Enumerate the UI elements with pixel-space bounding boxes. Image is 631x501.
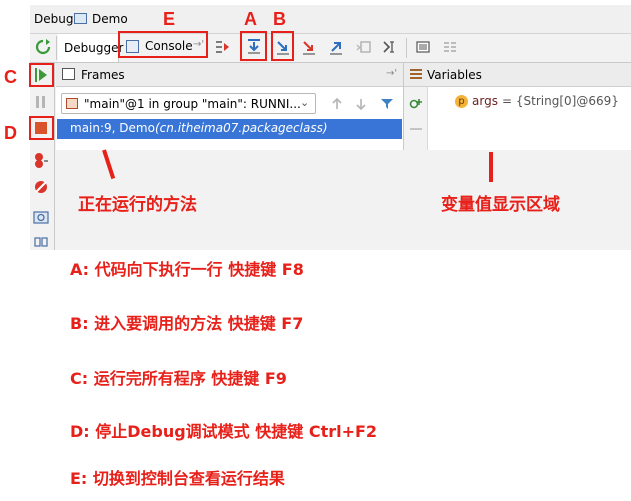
filter-icon[interactable] — [378, 95, 396, 113]
frames-title: Frames — [81, 68, 125, 82]
tab-debugger-label: Debugger — [64, 41, 124, 55]
trace-stream-icon[interactable] — [441, 38, 459, 56]
note-B: B: 进入要调用的方法 快捷键 F7 — [70, 314, 304, 333]
pause-program-icon[interactable] — [31, 92, 51, 112]
running-method-caption: 正在运行的方法 — [78, 195, 197, 215]
param-badge-icon: p — [455, 95, 468, 108]
frames-header: Frames →' — [56, 63, 403, 87]
marker-box-B — [271, 31, 294, 61]
frame-down-icon[interactable] — [352, 95, 370, 113]
note-A: A: 代码向下执行一行 快捷键 F8 — [70, 260, 304, 279]
chevron-down-icon: ⌄ — [300, 96, 310, 109]
debug-tab-label[interactable]: Debug — [34, 12, 73, 26]
rerun-icon[interactable] — [34, 38, 52, 56]
get-thread-dump-icon[interactable] — [31, 207, 51, 227]
hide-panel-icon[interactable]: →' — [386, 68, 397, 79]
mute-breakpoints-icon[interactable] — [31, 177, 51, 197]
marker-label-A: A — [244, 9, 257, 29]
variable-area-caption: 变量值显示区域 — [441, 195, 560, 215]
variables-icon — [410, 69, 422, 79]
note-C: C: 运行完所有程序 快捷键 F9 — [70, 369, 287, 388]
toolbar-separator — [56, 36, 57, 60]
show-execution-point-icon[interactable] — [214, 38, 232, 56]
restore-layout-icon[interactable] — [31, 236, 51, 248]
thread-selector-value: "main"@1 in group "main": RUNNI... — [84, 97, 301, 111]
run-to-cursor-icon[interactable] — [381, 38, 399, 56]
variable-name: args — [472, 94, 498, 108]
step-out-icon[interactable] — [327, 38, 345, 56]
toolbar-separator — [406, 38, 407, 58]
remove-watch-icon[interactable] — [410, 128, 422, 130]
drop-frame-icon[interactable] — [355, 38, 373, 56]
marker-box-C — [29, 63, 54, 87]
frame-row-selected[interactable]: main:9, Demo (cn.itheima07.packageclass) — [57, 119, 402, 139]
thread-icon — [66, 98, 78, 109]
marker-label-C: C — [4, 67, 17, 87]
run-config-name[interactable]: Demo — [92, 12, 128, 26]
variables-title: Variables — [427, 68, 482, 82]
force-step-into-icon[interactable] — [300, 38, 318, 56]
frame-class: (cn.itheima07.packageclass) — [155, 121, 328, 135]
view-breakpoints-icon[interactable] — [31, 150, 51, 170]
frames-icon — [62, 68, 75, 80]
thread-selector[interactable]: "main"@1 in group "main": RUNNI... ⌄ — [61, 93, 316, 114]
note-D: D: 停止Debug调试模式 快捷键 Ctrl+F2 — [70, 422, 378, 441]
marker-box-D — [29, 116, 54, 140]
marker-box-E — [118, 31, 208, 58]
evaluate-expression-icon[interactable] — [414, 38, 432, 56]
debug-title-bar: Debug Demo — [30, 5, 631, 34]
frame-up-icon[interactable] — [328, 95, 346, 113]
variable-row[interactable]: p args = {String[0]@669} — [452, 93, 630, 111]
pointer-stroke-right — [489, 152, 493, 182]
marker-box-A — [240, 31, 267, 61]
variable-value: = {String[0]@669} — [502, 94, 619, 108]
new-watch-icon[interactable] — [407, 94, 425, 112]
run-config-icon — [74, 13, 87, 24]
tab-debugger[interactable]: Debugger — [58, 34, 123, 62]
note-E: E: 切换到控制台查看运行结果 — [70, 469, 285, 488]
marker-label-D: D — [4, 123, 17, 143]
marker-label-E: E — [163, 9, 176, 29]
frame-method: main:9, Demo — [70, 121, 155, 135]
marker-label-B: B — [273, 9, 286, 29]
variables-header: Variables — [404, 63, 631, 87]
